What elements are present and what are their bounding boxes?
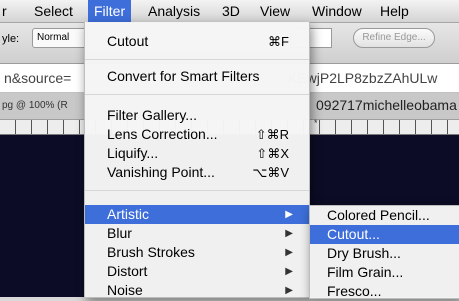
menu-item-shortcut: ⇧⌘R [255,127,289,142]
submenu-item-label: Fresco... [327,283,382,299]
menu-item-liquify[interactable]: Liquify... ⇧⌘X [85,144,309,163]
menu-item-shortcut: ⌥⌘V [252,165,289,180]
artistic-submenu: Colored Pencil... Cutout... Dry Brush...… [309,205,459,299]
menu-item-blur[interactable]: Blur ▶ [85,224,309,243]
menu-item-label: Artistic [107,206,149,222]
menu-item-label: Brush Strokes [107,244,195,260]
submenu-item-label: Cutout... [327,226,380,242]
menu-separator [85,190,309,191]
menu-item-filter-gallery[interactable]: Filter Gallery... [85,106,309,125]
submenu-item-cutout[interactable]: Cutout... [310,225,459,244]
submenu-item-label: Film Grain... [327,264,404,280]
menu-separator [85,94,309,95]
menu-item-brush-strokes[interactable]: Brush Strokes ▶ [85,243,309,262]
filter-menu: Cutout ⌘F Convert for Smart Filters Filt… [84,22,310,298]
menu-bar: r Select Filter Analysis 3D View Window … [0,0,459,23]
menu-item-cutout[interactable]: Cutout ⌘F [85,32,309,51]
url-text-left: n&source= [4,70,72,86]
menu-item-distort[interactable]: Distort ▶ [85,262,309,281]
refine-edge-button[interactable]: Refine Edge... [353,28,435,48]
menu-separator [85,59,309,60]
menu-item-label: Noise [107,282,143,298]
menu-window[interactable]: Window [306,0,368,22]
document-tab[interactable]: pg @ 100% (R [2,100,68,111]
menu-analysis[interactable]: Analysis [142,0,206,22]
menu-item-label: Filter Gallery... [107,107,197,123]
menu-item-shortcut: ⌘F [268,34,289,49]
submenu-arrow-icon: ▶ [285,228,293,239]
submenu-arrow-icon: ▶ [285,209,293,220]
submenu-item-colored-pencil[interactable]: Colored Pencil... [310,206,459,225]
menu-item-artistic[interactable]: Artistic ▶ [85,205,309,224]
menu-item-label: Convert for Smart Filters [107,68,260,84]
menu-select[interactable]: Select [28,0,79,22]
modified-marker: * [314,118,318,128]
menu-item-label: Cutout [107,33,149,49]
menu-item-vanishing-point[interactable]: Vanishing Point... ⌥⌘V [85,163,309,182]
menu-item-noise[interactable]: Noise ▶ [85,281,309,300]
menu-item-label: Blur [107,225,132,241]
style-select[interactable]: Normal [32,28,88,48]
menu-item-label: Distort [107,263,148,279]
menu-3d[interactable]: 3D [216,0,246,22]
menu-filter[interactable]: Filter [88,0,132,22]
submenu-arrow-icon: ▶ [285,266,293,277]
submenu-item-film-grain[interactable]: Film Grain... [310,263,459,282]
submenu-item-label: Dry Brush... [327,245,401,261]
submenu-arrow-icon: ▶ [285,247,293,258]
menu-item-label: Lens Correction... [107,126,218,142]
menu-item-convert-smart-filters[interactable]: Convert for Smart Filters [85,67,309,86]
submenu-arrow-icon: ▶ [285,285,293,296]
menu-help[interactable]: Help [374,0,415,22]
url-text-right: KEwjP2LP8zbzZAhULw [288,70,438,86]
menu-item-label: Liquify... [107,145,159,161]
submenu-item-fresco[interactable]: Fresco... [310,282,459,301]
menu-view[interactable]: View [254,0,296,22]
style-label: yle: [2,33,20,45]
submenu-item-dry-brush[interactable]: Dry Brush... [310,244,459,263]
menu-item-label: Vanishing Point... [107,164,215,180]
menu-partial-item[interactable]: r [0,0,13,22]
menu-item-lens-correction[interactable]: Lens Correction... ⇧⌘R [85,125,309,144]
submenu-item-label: Colored Pencil... [327,207,430,223]
document-title: 092717michelleobama [316,97,457,113]
menu-item-shortcut: ⇧⌘X [256,146,289,161]
